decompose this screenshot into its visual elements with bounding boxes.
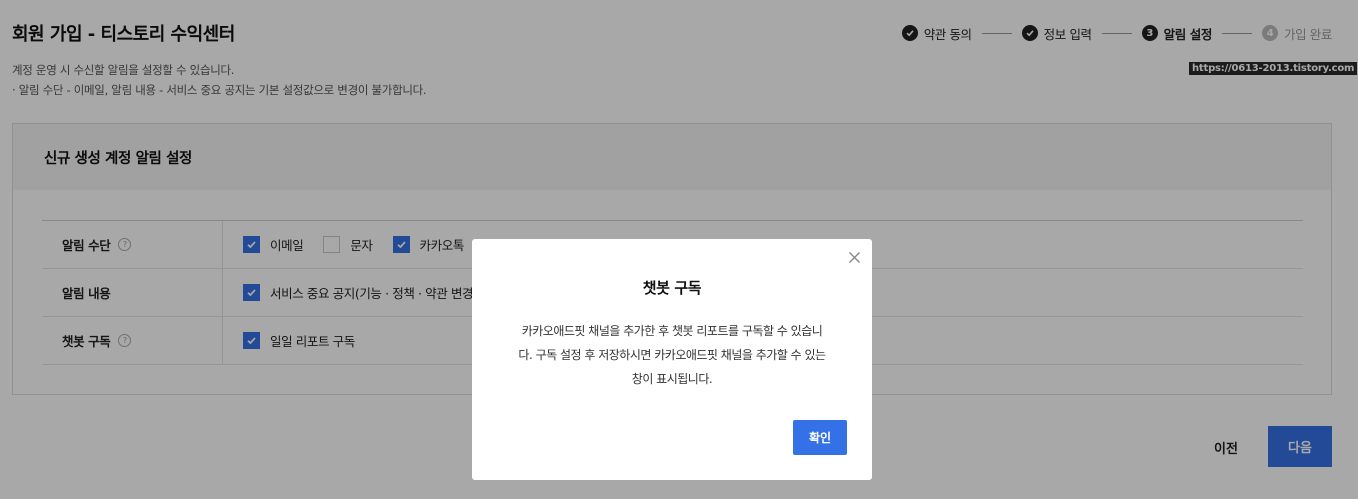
confirm-button[interactable]: 확인	[793, 420, 847, 455]
modal-body-line: 카카오애드핏 채널을 추가한 후 챗봇 리포트를 구독할 수 있습니	[521, 324, 823, 338]
modal-title: 챗봇 구독	[642, 279, 702, 297]
chatbot-subscribe-modal: 챗봇 구독 카카오애드핏 채널을 추가한 후 챗봇 리포트를 구독할 수 있습니…	[472, 239, 872, 480]
modal-body-line: 창이 표시됩니다.	[631, 372, 713, 386]
close-icon[interactable]	[846, 249, 862, 265]
modal-body: 카카오애드핏 채널을 추가한 후 챗봇 리포트를 구독할 수 있습니 다. 구독…	[498, 319, 846, 391]
modal-body-line: 다. 구독 설정 후 저장하시면 카카오애드핏 채널을 추가할 수 있는	[518, 348, 826, 362]
